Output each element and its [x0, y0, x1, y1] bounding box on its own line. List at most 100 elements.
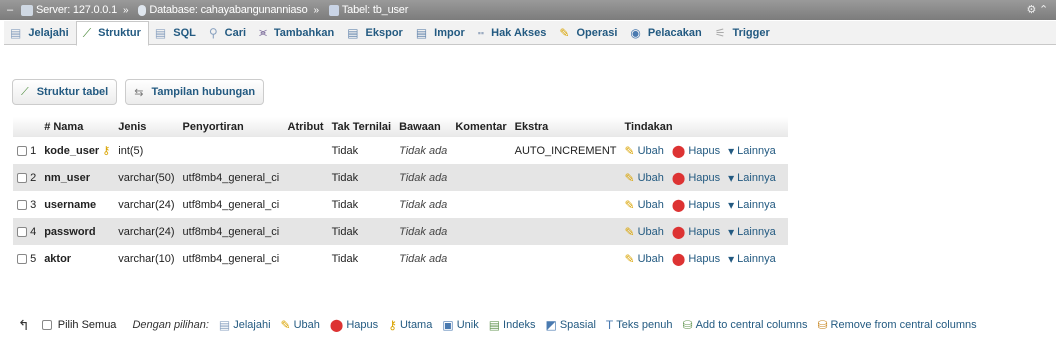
structure-icon: ⟋	[21, 85, 29, 98]
column-comments	[451, 218, 511, 245]
drop-link[interactable]: ⬤ Hapus	[672, 171, 720, 185]
bulk-actions-bar: ↰ Pilih Semua Dengan pilihan: ▤ Jelajahi …	[18, 315, 977, 335]
column-null: Tidak	[327, 164, 396, 191]
header-default[interactable]: Bawaan	[395, 117, 452, 137]
pencil-icon: ✎	[624, 197, 635, 212]
row-checkbox[interactable]	[17, 199, 27, 210]
column-attributes	[283, 137, 328, 164]
bulk-primary-button[interactable]: ⚷ Utama	[388, 318, 432, 332]
edit-link[interactable]: ✎ Ubah	[625, 171, 664, 185]
bulk-edit-button[interactable]: ✎ Ubah	[281, 318, 320, 332]
export-icon: ▤	[347, 25, 359, 40]
column-extra: AUTO_INCREMENT	[510, 137, 621, 164]
tab-sql[interactable]: ▤ SQL	[149, 21, 203, 45]
table-row: 4 password varchar(24) utf8mb4_general_c…	[13, 218, 788, 245]
row-actions: ✎ Ubah ⬤ Hapus ▾ Lainnya	[620, 191, 788, 218]
bulk-index-button[interactable]: ▤ Indeks	[489, 318, 536, 332]
row-checkbox[interactable]	[17, 253, 27, 264]
caret-down-icon: ▾	[728, 224, 735, 239]
tab-search[interactable]: ⚲ Cari	[203, 21, 253, 45]
header-null[interactable]: Tak Ternilai	[327, 117, 396, 137]
bulk-spatial-button[interactable]: ◩ Spasial	[545, 318, 595, 332]
column-collation	[178, 137, 284, 164]
settings-icon[interactable]: ⚙ ⌃	[1026, 3, 1048, 16]
drop-link[interactable]: ⬤ Hapus	[672, 198, 720, 212]
privileges-icon: ▪▪	[477, 27, 485, 38]
breadcrumb-database[interactable]: Database: cahayabangunanniaso	[149, 4, 307, 16]
structure-icon: ⟋	[82, 25, 92, 40]
row-actions: ✎ Ubah ⬤ Hapus ▾ Lainnya	[620, 137, 788, 164]
tab-export[interactable]: ▤ Ekspor	[341, 21, 410, 45]
column-null: Tidak	[327, 137, 396, 164]
header-type[interactable]: Jenis	[114, 117, 179, 137]
column-type: varchar(24)	[114, 191, 179, 218]
row-checkbox[interactable]	[17, 226, 27, 237]
edit-link[interactable]: ✎ Ubah	[625, 225, 664, 239]
drop-link[interactable]: ⬤ Hapus	[672, 144, 720, 158]
database-icon	[138, 4, 147, 16]
column-collation: utf8mb4_general_ci	[178, 245, 284, 272]
column-comments	[451, 191, 511, 218]
primary-key-icon: ⚷	[102, 145, 111, 157]
drop-link[interactable]: ⬤ Hapus	[672, 252, 720, 266]
key-icon: ⚷	[388, 318, 397, 332]
column-extra	[510, 191, 621, 218]
header-collation[interactable]: Penyortiran	[178, 117, 284, 137]
drop-link[interactable]: ⬤ Hapus	[672, 225, 720, 239]
header-extra[interactable]: Ekstra	[510, 117, 621, 137]
tab-tracking[interactable]: ◉ Pelacakan	[624, 21, 708, 45]
bulk-unique-button[interactable]: ▣ Unik	[442, 318, 478, 332]
header-name[interactable]: # Nama	[40, 117, 115, 137]
pencil-icon: ✎	[624, 143, 635, 158]
more-dropdown[interactable]: ▾ Lainnya	[728, 252, 776, 266]
more-dropdown[interactable]: ▾ Lainnya	[728, 144, 776, 158]
fulltext-icon: T	[605, 318, 614, 332]
tab-structure[interactable]: ⟋ Struktur	[75, 20, 149, 46]
minimize-icon[interactable]: –	[3, 4, 17, 16]
add-central-columns-button[interactable]: ⛁ Add to central columns	[683, 318, 808, 332]
bulk-fulltext-button[interactable]: T Teks penuh	[606, 318, 673, 332]
more-dropdown[interactable]: ▾ Lainnya	[728, 171, 776, 185]
tab-trigger[interactable]: ⚟ Trigger	[709, 21, 777, 45]
column-extra	[510, 245, 621, 272]
table-header-row: # Nama Jenis Penyortiran Atribut Tak Ter…	[13, 117, 788, 137]
edit-link[interactable]: ✎ Ubah	[625, 198, 664, 212]
bulk-drop-button[interactable]: ⬤ Hapus	[330, 318, 378, 332]
breadcrumb-table[interactable]: Tabel: tb_user	[342, 4, 409, 16]
caret-down-icon: ▾	[728, 170, 735, 185]
check-all-checkbox[interactable]	[41, 320, 52, 330]
edit-link[interactable]: ✎ Ubah	[625, 252, 664, 266]
row-checkbox[interactable]	[17, 172, 27, 183]
column-default: Tidak ada	[395, 218, 452, 245]
more-dropdown[interactable]: ▾ Lainnya	[728, 198, 776, 212]
server-icon	[21, 4, 33, 16]
tab-insert[interactable]: ⪤ Tambahkan	[253, 21, 341, 45]
relation-view-button[interactable]: ⇆ Tampilan hubungan	[125, 79, 265, 105]
drop-icon: ⬤	[671, 170, 686, 185]
pencil-icon: ✎	[624, 224, 635, 239]
column-type: int(5)	[114, 137, 179, 164]
tab-browse[interactable]: ▤ Jelajahi	[4, 21, 76, 45]
remove-central-columns-button[interactable]: ⛁ Remove from central columns	[817, 318, 976, 332]
structure-table-button[interactable]: ⟋ Struktur tabel	[12, 79, 118, 105]
breadcrumb-server[interactable]: Server: 127.0.0.1	[36, 4, 117, 16]
header-comments[interactable]: Komentar	[451, 117, 511, 137]
tab-import[interactable]: ▤ Impor	[410, 21, 472, 45]
check-all[interactable]: Pilih Semua	[41, 319, 116, 331]
with-selected-label: Dengan pilihan:	[132, 319, 209, 331]
drop-icon: ⬤	[329, 318, 344, 332]
tab-operations[interactable]: ✎ Operasi	[553, 21, 624, 45]
bulk-browse-button[interactable]: ▤ Jelajahi	[219, 318, 271, 332]
column-default: Tidak ada	[395, 191, 452, 218]
arrow-up-icon: ↰	[18, 316, 30, 333]
tab-privileges[interactable]: ▪▪ Hak Akses	[472, 21, 554, 45]
edit-link[interactable]: ✎ Ubah	[625, 144, 664, 158]
header-attributes[interactable]: Atribut	[283, 117, 328, 137]
row-checkbox[interactable]	[17, 145, 27, 156]
column-comments	[451, 164, 511, 191]
caret-down-icon: ▾	[728, 197, 735, 212]
column-collation: utf8mb4_general_ci	[178, 218, 284, 245]
more-dropdown[interactable]: ▾ Lainnya	[728, 225, 776, 239]
sub-tabs: ⟋ Struktur tabel ⇆ Tampilan hubungan	[12, 79, 272, 105]
pencil-icon: ✎	[280, 318, 291, 332]
